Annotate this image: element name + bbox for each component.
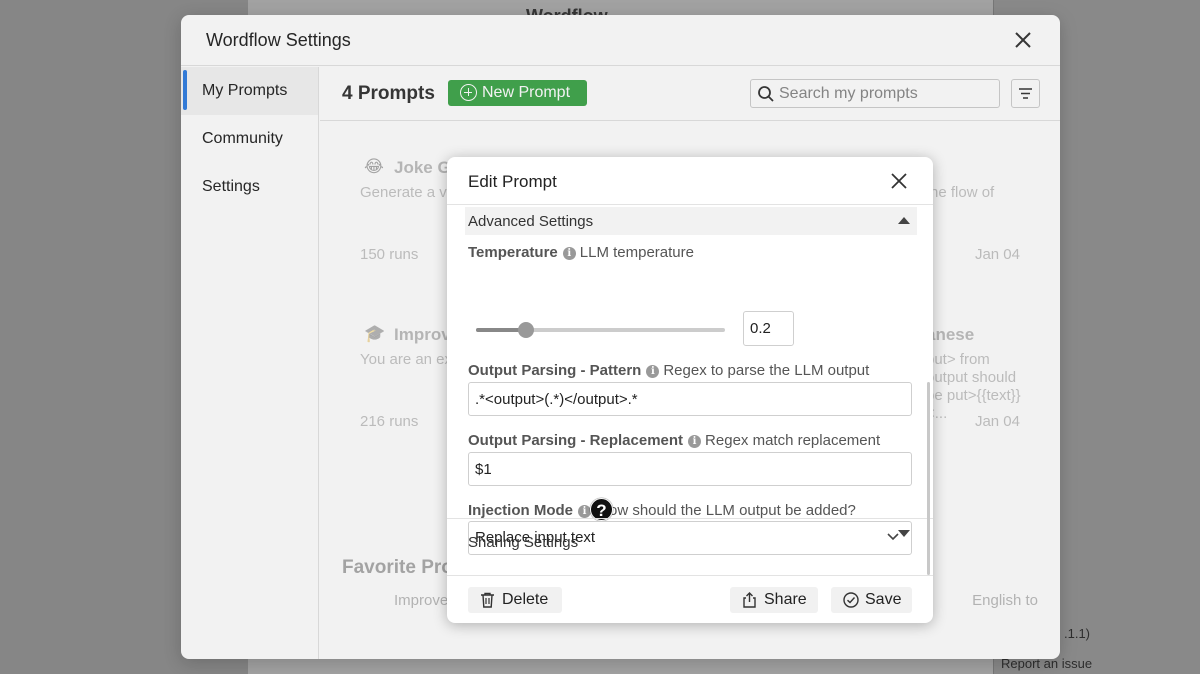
modal-header: Edit Prompt xyxy=(447,157,933,205)
favorite-item[interactable]: Improve xyxy=(394,592,448,609)
sharing-settings-label: Sharing Settings xyxy=(468,534,579,551)
card-runs: 150 runs xyxy=(360,246,419,263)
prompt-count: 4 Prompts xyxy=(342,83,435,104)
close-icon[interactable] xyxy=(890,172,908,190)
temperature-label: Temperature xyxy=(468,244,558,261)
save-label: Save xyxy=(865,591,902,608)
card-emoji: 🎓 xyxy=(364,324,386,343)
search-icon xyxy=(758,86,774,102)
info-icon[interactable]: i xyxy=(688,435,702,448)
advanced-settings-toggle[interactable]: Advanced Settings xyxy=(465,207,917,235)
card-description: he flow of xyxy=(930,184,995,201)
search-box[interactable] xyxy=(750,79,1000,108)
pattern-label: Output Parsing - Pattern xyxy=(468,362,642,379)
trash-icon xyxy=(481,592,494,608)
pattern-input[interactable] xyxy=(468,382,912,416)
card-title: Joke G xyxy=(394,158,451,177)
favorites-title: Favorite Pro xyxy=(342,557,453,578)
card-date: Jan 04 xyxy=(974,413,1020,430)
replacement-label-row: Output Parsing - Replacement i Regex match… xyxy=(468,432,880,449)
share-button[interactable]: Share xyxy=(730,587,818,613)
scrollbar[interactable] xyxy=(927,382,930,575)
prompts-toolbar: 4 Prompts New Prompt xyxy=(320,67,1060,121)
favorite-item[interactable]: English to xyxy=(972,592,1038,609)
plus-circle-icon xyxy=(460,84,477,101)
save-button[interactable]: Save xyxy=(831,587,912,613)
filter-button[interactable] xyxy=(1011,79,1040,108)
card-title: Improv xyxy=(394,325,451,344)
injection-hint: ow should the LLM output be added? xyxy=(609,502,856,519)
sidebar-item-my-prompts[interactable]: My Prompts xyxy=(181,67,318,115)
sidebar-item-community[interactable]: Community xyxy=(181,115,318,163)
temperature-hint: LLM temperature xyxy=(579,244,694,261)
sharing-settings-toggle[interactable]: Sharing Settings xyxy=(447,518,933,574)
new-prompt-label: New Prompt xyxy=(482,84,571,101)
dialog-title: Wordflow Settings xyxy=(206,30,351,50)
replacement-label: Output Parsing - Replacement xyxy=(468,432,684,449)
temperature-input[interactable]: 0.2 xyxy=(743,311,794,346)
pattern-label-row: Output Parsing - Pattern i Regex to parse … xyxy=(468,362,869,379)
injection-label: Injection Mode xyxy=(468,502,573,519)
edit-prompt-modal: Edit Prompt Advanced Settings Temperatur… xyxy=(447,157,933,623)
advanced-settings-label: Advanced Settings xyxy=(468,213,594,230)
slider-thumb[interactable] xyxy=(517,322,534,338)
delete-button[interactable]: Delete xyxy=(468,587,562,613)
temperature-slider[interactable] xyxy=(476,322,725,338)
info-icon[interactable]: i xyxy=(646,365,660,378)
version-text: .1.1) xyxy=(1064,626,1091,641)
search-input[interactable] xyxy=(779,83,989,105)
triangle-down-icon xyxy=(898,530,910,537)
pattern-hint: Regex to parse the LLM output xyxy=(663,362,870,379)
card-emoji: 😂 xyxy=(364,157,384,176)
dialog-header: Wordflow Settings xyxy=(181,15,1060,66)
temperature-label-row: Temperature i LLM temperature xyxy=(468,244,694,261)
share-label: Share xyxy=(764,591,807,608)
modal-footer: Delete Share Save xyxy=(447,575,933,623)
info-icon[interactable]: i xyxy=(562,247,576,260)
new-prompt-button[interactable]: New Prompt xyxy=(448,80,587,106)
sidebar: My Prompts Community Settings xyxy=(181,67,319,659)
delete-label: Delete xyxy=(502,591,549,608)
modal-title: Edit Prompt xyxy=(468,172,557,191)
card-runs: 216 runs xyxy=(360,413,419,430)
replacement-hint: Regex match replacement xyxy=(705,432,881,449)
check-circle-icon xyxy=(843,592,859,608)
replacement-input[interactable] xyxy=(468,452,912,486)
share-icon xyxy=(743,592,756,608)
filter-icon xyxy=(1019,88,1032,99)
triangle-up-icon xyxy=(898,217,910,224)
card-date: Jan 04 xyxy=(974,246,1020,263)
info-icon[interactable]: i xyxy=(578,505,591,518)
close-icon[interactable] xyxy=(1012,29,1034,51)
injection-label-row: Injection Mode i ow should the LLM output … xyxy=(468,502,856,519)
card-title: anese xyxy=(926,325,975,344)
sidebar-item-settings[interactable]: Settings xyxy=(181,163,318,211)
